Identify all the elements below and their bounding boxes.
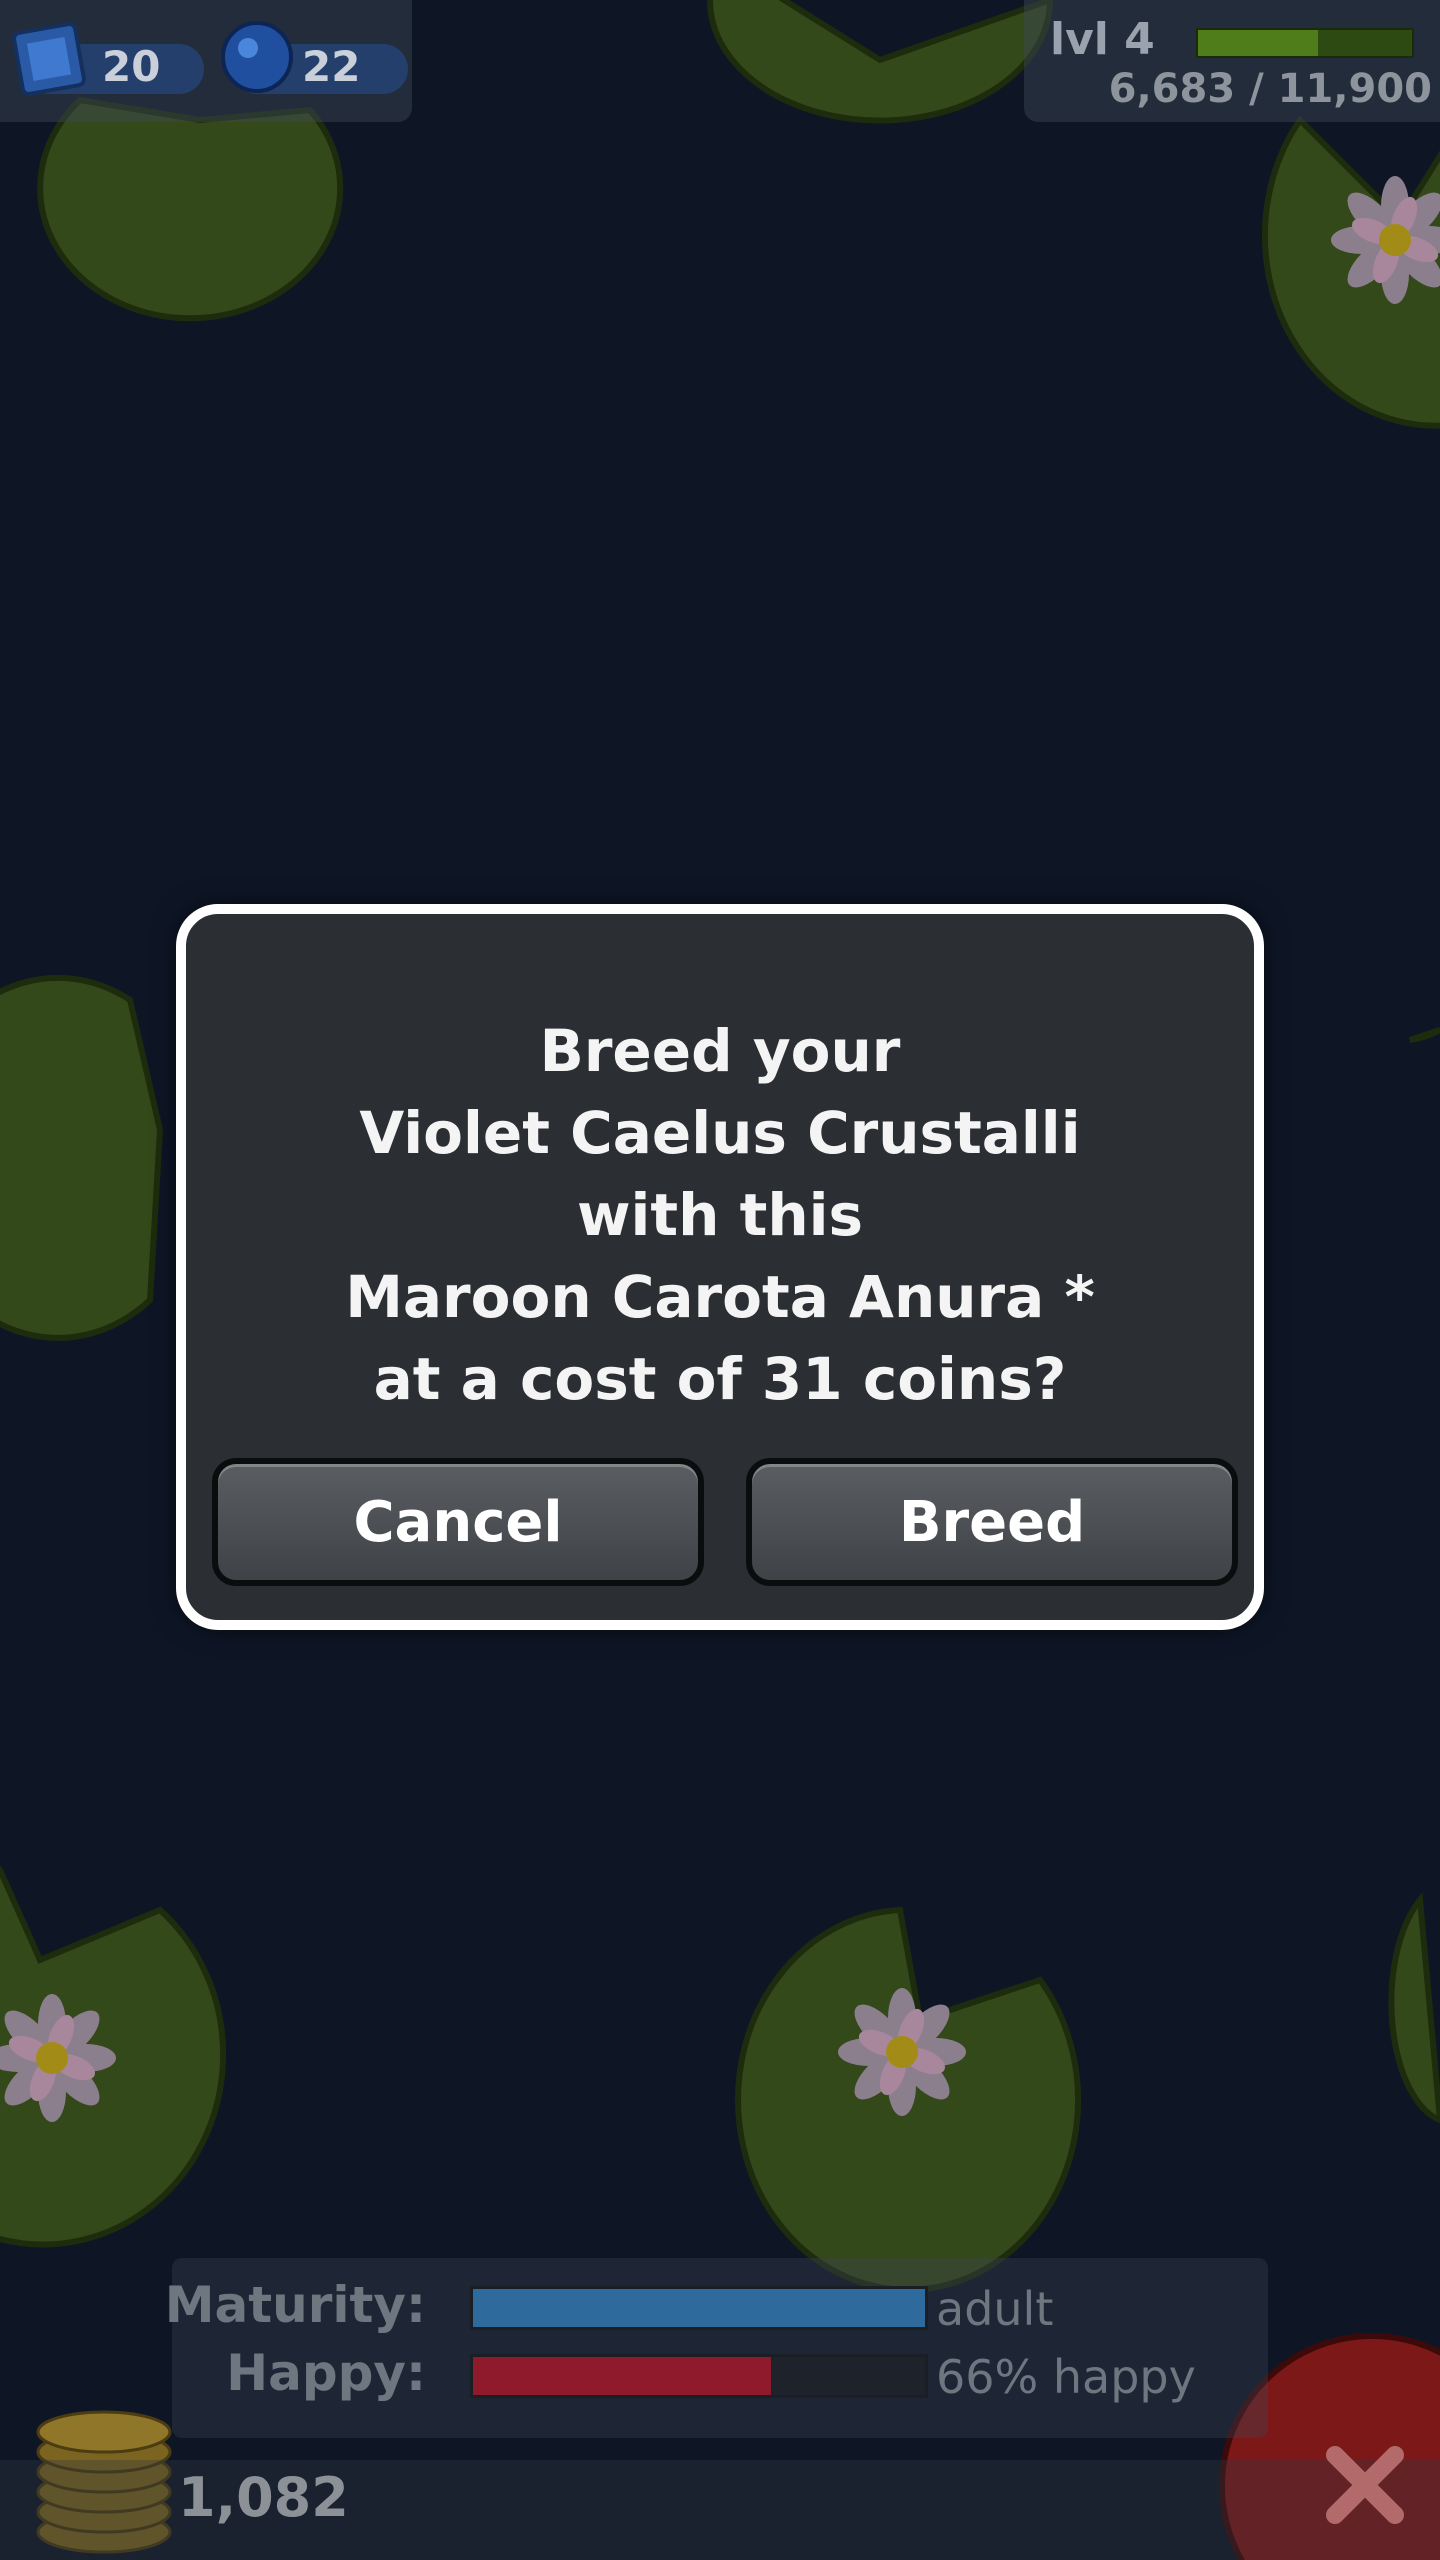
gem-icon [221, 21, 293, 93]
gem-count: 22 [302, 42, 361, 91]
breed-dialog: Breed your Violet Caelus Crustalli with … [176, 904, 1264, 1630]
level-label: lvl 4 [1050, 14, 1155, 65]
message-line: with this [576, 1181, 864, 1249]
message-line: Maroon Carota Anura * [345, 1263, 1095, 1331]
xp-bar-fill [1198, 30, 1318, 56]
stamp-icon [12, 22, 86, 96]
message-line: Breed your [539, 1017, 901, 1085]
message-line: Violet Caelus Crustalli [359, 1099, 1081, 1167]
maturity-bar-fill [473, 2289, 925, 2327]
maturity-value: adult [936, 2282, 1054, 2336]
xp-bar [1196, 28, 1414, 58]
happy-bar [470, 2354, 928, 2398]
happy-label: Happy: [226, 2344, 426, 2402]
stamp-count: 20 [102, 42, 161, 91]
close-icon[interactable] [1290, 2400, 1440, 2560]
maturity-bar [470, 2286, 928, 2330]
breed-button[interactable]: Breed [746, 1458, 1238, 1586]
xp-text: 6,683 / 11,900 [1108, 66, 1432, 112]
happy-bar-fill [473, 2357, 772, 2395]
cancel-button[interactable]: Cancel [212, 1458, 704, 1586]
maturity-label: Maturity: [164, 2276, 426, 2334]
message-line: at a cost of 31 coins? [373, 1345, 1067, 1413]
dialog-message: Breed your Violet Caelus Crustalli with … [186, 1010, 1254, 1420]
coin-balance: 1,082 [178, 2466, 349, 2529]
coins-icon [30, 2400, 180, 2560]
happy-value: 66% happy [936, 2350, 1196, 2404]
